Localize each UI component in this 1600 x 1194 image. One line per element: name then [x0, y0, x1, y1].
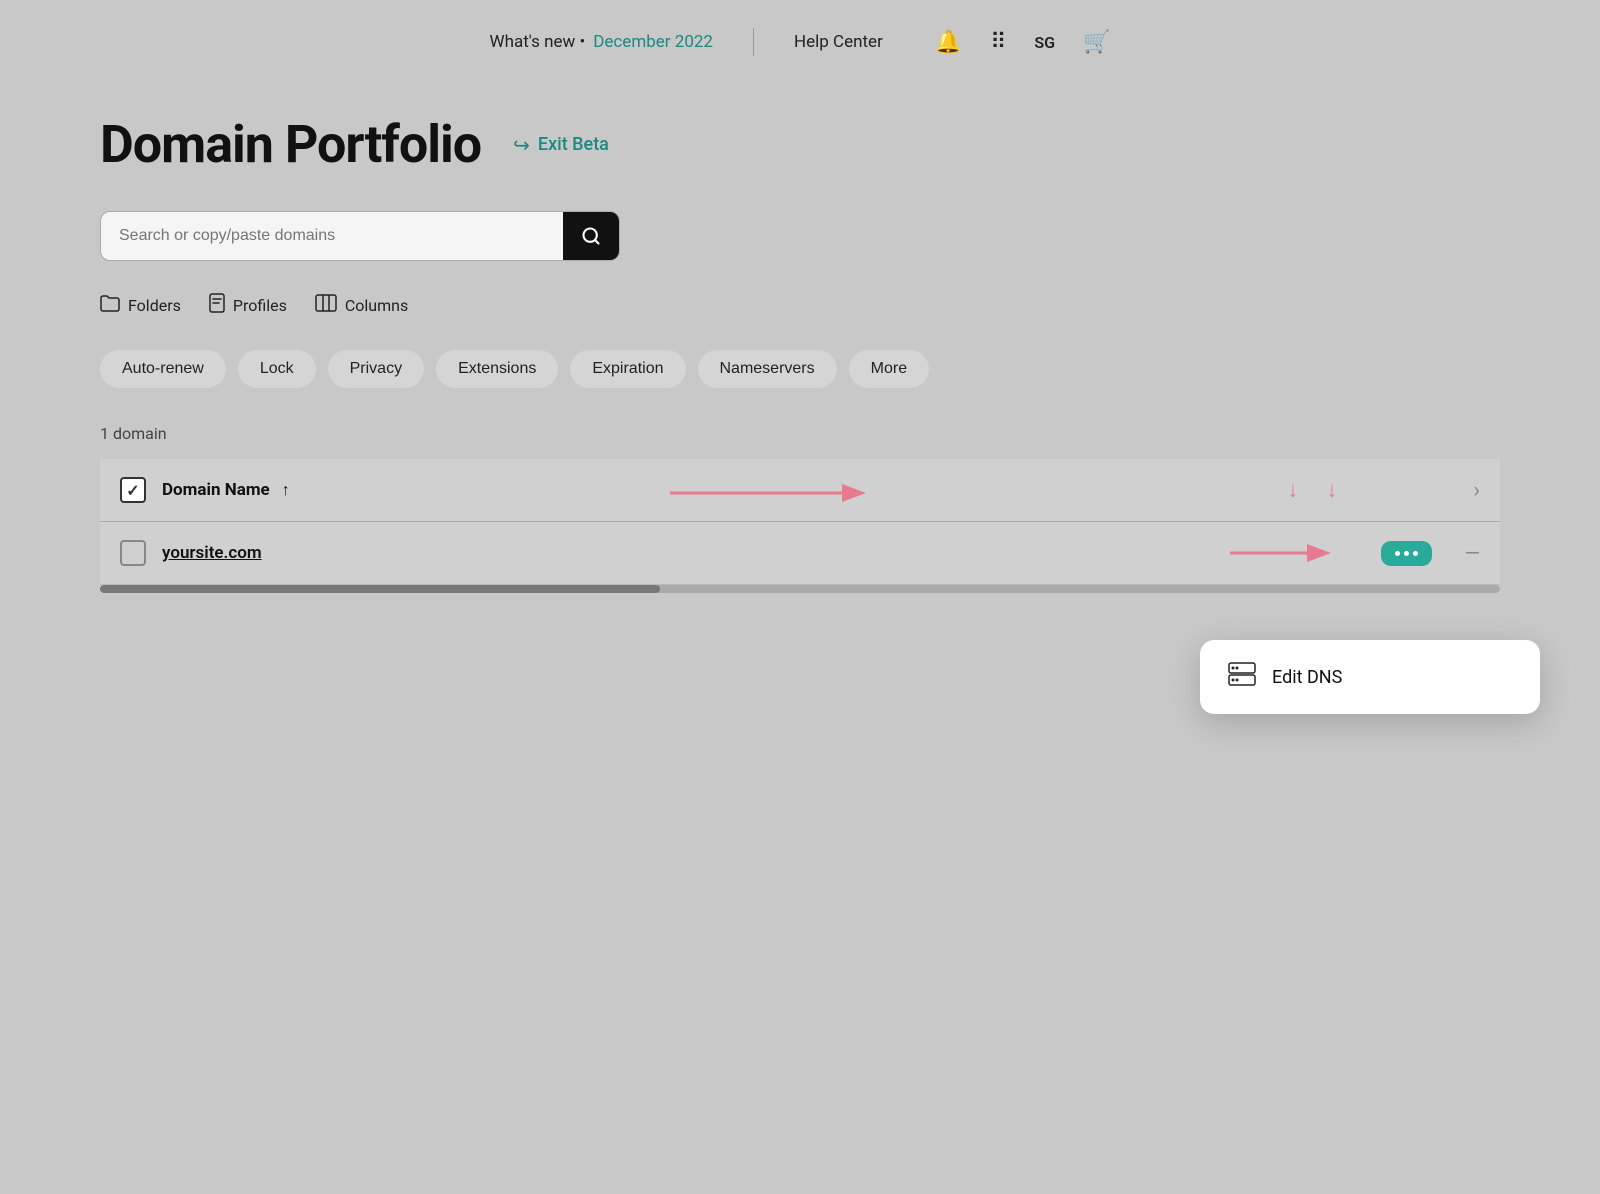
nav-divider — [753, 28, 754, 56]
filter-columns[interactable]: Columns — [315, 294, 408, 317]
chip-lock[interactable]: Lock — [238, 350, 316, 388]
notification-icon[interactable]: 🔔 — [935, 30, 962, 55]
user-avatar[interactable]: SG — [1034, 33, 1055, 52]
exit-beta-link[interactable]: ↪ Exit Beta — [513, 133, 609, 157]
filter-folders[interactable]: Folders — [100, 294, 181, 317]
whats-new-label: What's new • — [490, 32, 586, 52]
checkbox-check: ✓ — [126, 481, 139, 500]
arrow-down-1: ↓ — [1287, 477, 1298, 503]
domain-table: ✓ Domain Name ↑ ↓ ↓ › y — [100, 459, 1500, 593]
columns-label: Columns — [345, 296, 408, 315]
profiles-icon — [209, 293, 225, 318]
search-icon — [581, 226, 601, 246]
folder-icon — [100, 294, 120, 317]
search-button[interactable] — [563, 212, 619, 260]
chip-expiration[interactable]: Expiration — [570, 350, 685, 388]
chip-nameservers[interactable]: Nameservers — [698, 350, 837, 388]
search-input[interactable] — [101, 213, 563, 259]
chip-auto-renew[interactable]: Auto-renew — [100, 350, 226, 388]
whats-new-section: What's new • December 2022 — [490, 32, 713, 52]
row-checkbox[interactable] — [120, 540, 146, 566]
more-options-button[interactable] — [1381, 541, 1432, 566]
sort-asc-icon[interactable]: ↑ — [282, 480, 290, 500]
action-chips: Auto-renew Lock Privacy Extensions Expir… — [100, 350, 1500, 388]
row-annotation-arrow — [1230, 538, 1350, 568]
chip-privacy[interactable]: Privacy — [328, 350, 424, 388]
column-domain-name: Domain Name ↑ — [162, 480, 290, 500]
domain-name-header: Domain Name — [162, 480, 270, 500]
chip-more[interactable]: More — [849, 350, 929, 388]
page-title: Domain Portfolio — [100, 114, 481, 175]
page-header: Domain Portfolio ↪ Exit Beta — [100, 114, 1500, 175]
whats-new-link[interactable]: December 2022 — [593, 32, 713, 52]
profiles-label: Profiles — [233, 296, 287, 315]
exit-beta-icon: ↪ — [513, 133, 530, 157]
select-all-checkbox[interactable]: ✓ — [120, 477, 146, 503]
edit-dns-popup: Edit DNS — [1200, 640, 1540, 714]
folders-label: Folders — [128, 296, 181, 315]
row-actions: — — [1381, 541, 1480, 566]
main-content: Domain Portfolio ↪ Exit Beta Folders — [0, 84, 1600, 623]
table-header: ✓ Domain Name ↑ ↓ ↓ › — [100, 459, 1500, 522]
help-center-link[interactable]: Help Center — [794, 32, 883, 52]
chip-extensions[interactable]: Extensions — [436, 350, 558, 388]
scrollbar-thumb[interactable] — [100, 585, 660, 593]
domain-name-cell[interactable]: yoursite.com — [162, 543, 262, 563]
dns-icon — [1228, 662, 1256, 692]
dash-placeholder: — — [1464, 541, 1480, 565]
top-navigation: What's new • December 2022 Help Center 🔔… — [0, 0, 1600, 84]
domain-count: 1 domain — [100, 424, 1500, 443]
edit-dns-label: Edit DNS — [1272, 667, 1342, 688]
cart-icon[interactable]: 🛒 — [1083, 30, 1110, 55]
table-row: yoursite.com — — [100, 522, 1500, 585]
nav-icon-group: 🔔 ⠿ SG 🛒 — [935, 30, 1111, 55]
edit-dns-option[interactable]: Edit DNS — [1200, 640, 1540, 714]
search-bar — [100, 211, 620, 261]
apps-grid-icon[interactable]: ⠿ — [990, 30, 1006, 55]
filter-profiles[interactable]: Profiles — [209, 293, 287, 318]
row-chevron-right: › — [1473, 478, 1480, 503]
horizontal-scrollbar[interactable] — [100, 585, 1500, 593]
columns-icon — [315, 294, 337, 317]
filter-bar: Folders Profiles Columns — [100, 293, 1500, 318]
exit-beta-label: Exit Beta — [538, 134, 609, 155]
arrow-down-2: ↓ — [1326, 477, 1337, 503]
